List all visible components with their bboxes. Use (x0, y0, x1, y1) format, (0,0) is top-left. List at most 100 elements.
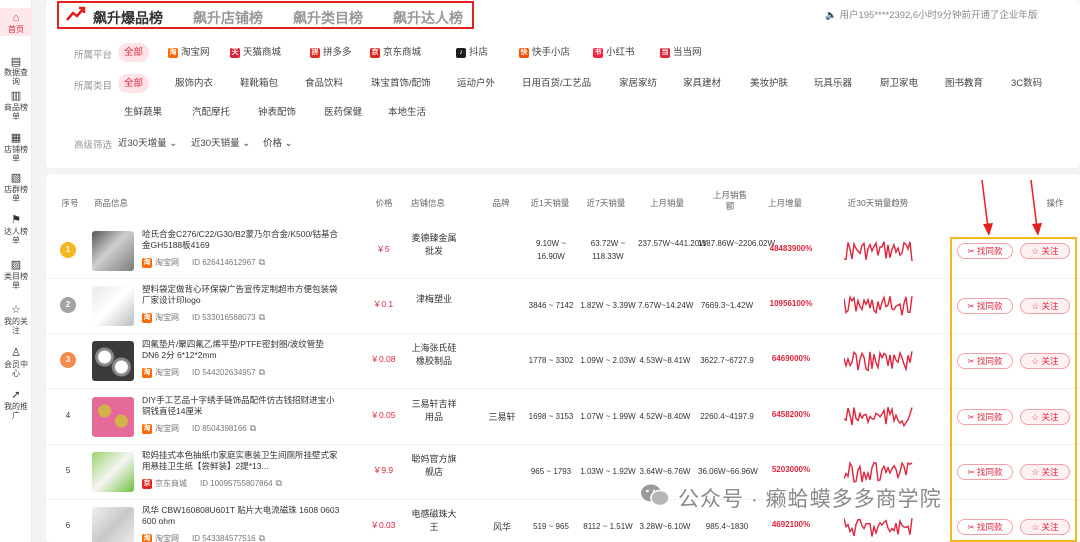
sidebar-item-7[interactable]: ☆ 我的关注 (0, 300, 32, 336)
shop-name[interactable]: 上海张氏硅橡胶制品 (408, 342, 460, 368)
product-title[interactable]: 风华 CBW160808U601T 贴片大电流磁珠 1608 0603 600 … (142, 505, 340, 527)
category-chip-13[interactable]: 3C数码 (1005, 74, 1048, 93)
platform-chip-8[interactable]: 当当当网 (654, 43, 708, 62)
product-thumbnail[interactable] (92, 286, 134, 326)
category-chip-8[interactable]: 家具建材 (677, 74, 727, 93)
platform-logo-icon: 京 (370, 47, 380, 58)
category-chip-17[interactable]: 医药保健 (318, 103, 368, 122)
category-chip-15[interactable]: 汽配摩托 (186, 103, 236, 122)
category-chip-9[interactable]: 美妆护肤 (744, 74, 794, 93)
sales-amount-last-month: 36.06W~66.96W (698, 467, 758, 476)
shop-name[interactable]: 聪妈官方旗舰店 (408, 453, 460, 479)
product-title[interactable]: 四氟垫片/聚四氟乙烯平垫/PTFE密封圈/波纹管垫 DN6 2分 6*12*2m… (142, 339, 340, 361)
copy-icon[interactable]: ⧉ (259, 312, 265, 323)
last-month-increase: 4692100% (771, 520, 811, 529)
product-thumbnail[interactable] (92, 397, 134, 437)
sidebar-item-label: 达人榜单 (4, 227, 28, 245)
product-thumbnail[interactable] (92, 452, 134, 492)
sidebar-item-6[interactable]: ▨ 类目榜单 (0, 255, 32, 291)
sidebar-item-4[interactable]: ▧ 店群榜单 (0, 168, 32, 204)
dropdown-30day-increase[interactable]: 近30天增量 ⌄ (118, 135, 177, 149)
sales-7day: 1.09W ~ 2.03W (580, 356, 636, 365)
platform-chip-4[interactable]: 京京东商城 (364, 43, 427, 62)
product-title[interactable]: 塑料袋定做背心环保袋广告宣传定制超市方便包装袋厂家设计印logo (142, 284, 340, 306)
copy-icon[interactable]: ⧉ (259, 257, 265, 268)
table-header-3: 店铺信息 (410, 198, 445, 208)
influencer-icon: ⚑ (11, 214, 21, 226)
platform-chip-label: 全部 (124, 47, 144, 58)
product-thumbnail[interactable] (92, 231, 134, 271)
platform-chip-2[interactable]: 天天猫商城 (224, 43, 287, 62)
shop-name[interactable]: 麦德臻金属批发 (408, 232, 460, 258)
category-chip-12[interactable]: 图书教育 (939, 74, 989, 93)
sidebar-item-5[interactable]: ⚑ 达人榜单 (0, 210, 32, 246)
platform-chip-1[interactable]: 淘淘宝网 (162, 43, 216, 62)
trend-sparkline (844, 241, 913, 262)
platform-chip-7[interactable]: 书小红书 (587, 43, 641, 62)
table-header-10: 近30天销量趋势 (847, 198, 909, 208)
sidebar-item-1[interactable]: ▤ 数据查询 (0, 52, 32, 86)
shop-name[interactable]: 电感磁珠大王 (408, 508, 460, 534)
shop-name[interactable]: 津梅塑业 (408, 293, 460, 306)
chevron-down-icon: ⌄ (284, 138, 293, 149)
last-month-increase: 48483900% (769, 244, 813, 253)
category-chip-label: 汽配摩托 (192, 107, 231, 118)
category-chip-10[interactable]: 玩具乐器 (808, 74, 858, 93)
category-chip-2[interactable]: 鞋靴箱包 (234, 74, 284, 93)
sales-last-month: 4.53W~8.41W (639, 356, 691, 365)
copy-icon[interactable]: ⧉ (276, 478, 282, 489)
sales-last-month: 4.52W~8.40W (639, 412, 691, 421)
platform-chip-3[interactable]: 拼拼多多 (304, 43, 358, 62)
copy-icon[interactable]: ⧉ (250, 423, 256, 434)
product-title[interactable]: DIY手工艺品十字绣手链饰品配件仿古钱招财进宝小铜钱直径14厘米 (142, 395, 340, 417)
category-chip-7[interactable]: 家居家纺 (613, 74, 663, 93)
shop-name[interactable]: 三易轩吉祥用品 (408, 398, 460, 424)
product-price: ￥0.1 (372, 299, 394, 309)
tab-rising-influencers[interactable]: 飙升达人榜 (393, 8, 463, 28)
platform-logo-icon: 快 (519, 47, 529, 58)
shop-group-icon: ▧ (10, 172, 22, 184)
copy-icon[interactable]: ⧉ (259, 367, 265, 378)
platform-logo-icon: 淘 (142, 312, 152, 323)
product-thumbnail[interactable] (92, 507, 134, 542)
rank-badge: 3 (60, 352, 76, 368)
tab-rising-products[interactable]: 飙升爆品榜 (93, 8, 163, 28)
platform-chip-6[interactable]: 快快手小店 (513, 43, 576, 62)
trend-sparkline (844, 406, 913, 428)
platform-chip-label: 淘宝网 (181, 47, 210, 58)
tab-rising-categories[interactable]: 飙升类目榜 (293, 8, 363, 28)
category-chip-6[interactable]: 日用百货/工艺品 (516, 74, 597, 93)
sidebar-item-9[interactable]: ➚ 我的推广 (0, 385, 32, 421)
category-chip-11[interactable]: 厨卫家电 (874, 74, 924, 93)
platform-chip-0[interactable]: 全部 (118, 43, 150, 62)
tab-rising-shops[interactable]: 飙升店铺榜 (193, 8, 263, 28)
copy-icon[interactable]: ⧉ (259, 533, 265, 542)
category-chip-3[interactable]: 食品饮料 (299, 74, 349, 93)
product-thumbnail[interactable] (92, 341, 134, 381)
product-title[interactable]: 哈氏合金C276/C22/G30/B2蒙乃尔合金/K500/钴基合金GH5188… (142, 229, 340, 251)
sidebar-item-2[interactable]: ▥ 商品榜单 (0, 86, 32, 122)
platform-logo-icon: 淘 (142, 423, 152, 434)
category-chip-1[interactable]: 服饰内衣 (169, 74, 219, 93)
category-chip-4[interactable]: 珠宝首饰/配饰 (365, 74, 437, 93)
product-title[interactable]: 聪妈挂式本色抽纸巾家庭实惠装卫生间厕所挂壁式家用悬挂卫生纸【尝鲜装】2提*13.… (142, 450, 340, 472)
product-meta: 淘淘宝网 ID 544202634957 ⧉ (142, 367, 265, 378)
category-icon: ▨ (10, 259, 22, 271)
category-chip-label: 本地生活 (388, 107, 427, 118)
category-chip-14[interactable]: 生鲜蔬果 (118, 103, 168, 122)
platform-chip-5[interactable]: ♪ 抖店 (450, 43, 494, 62)
sidebar-item-0[interactable]: ⌂ 首页 (0, 8, 32, 36)
last-month-increase: 6458200% (771, 410, 811, 419)
category-chip-5[interactable]: 运动户外 (451, 74, 501, 93)
category-chip-label: 美妆护肤 (750, 78, 789, 89)
brand-name: 三易轩 (488, 412, 516, 422)
watermark: 公众号 · 癞蛤蟆多多商学院 (640, 482, 942, 514)
dropdown-30day-sales[interactable]: 近30天销量 ⌄ (191, 135, 250, 149)
dropdown-price[interactable]: 价格 ⌄ (263, 135, 293, 149)
category-chip-18[interactable]: 本地生活 (382, 103, 432, 122)
sidebar-item-3[interactable]: ▦ 店铺榜单 (0, 128, 32, 164)
sidebar-item-8[interactable]: ♙ 会员中心 (0, 343, 32, 379)
product-platform: 京东商城 (155, 479, 187, 488)
category-chip-16[interactable]: 钟表配饰 (252, 103, 302, 122)
category-chip-0[interactable]: 全部 (118, 74, 150, 93)
